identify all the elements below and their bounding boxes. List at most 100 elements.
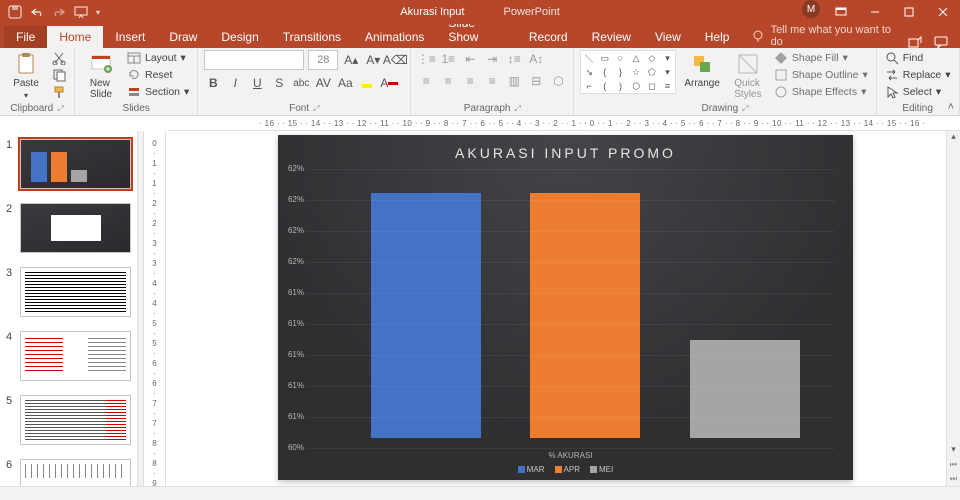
slideshow-start-icon[interactable] — [74, 5, 88, 19]
scroll-down-icon[interactable]: ▾ — [947, 444, 960, 458]
reset-button[interactable]: Reset — [125, 67, 191, 83]
line-spacing-button[interactable]: ↕≡ — [505, 50, 523, 68]
section-button[interactable]: Section ▾ — [125, 84, 191, 100]
paste-label: Paste — [13, 78, 39, 89]
change-case-button[interactable]: Aa — [336, 74, 354, 92]
thumb-6[interactable]: 6 — [0, 455, 137, 486]
indent-inc-button[interactable]: ⇥ — [483, 50, 501, 68]
tab-insert[interactable]: Insert — [103, 26, 157, 48]
slide-canvas[interactable]: AKURASI INPUT PROMO % AKURASI 62%62%62%6… — [166, 131, 946, 486]
thumb-2[interactable]: 2 — [0, 199, 137, 263]
tab-record[interactable]: Record — [517, 26, 580, 48]
prev-slide-icon[interactable]: ⏮ — [947, 460, 960, 472]
vertical-scrollbar[interactable]: ▴ ▾ ⏮ ⏭ — [946, 131, 960, 486]
comments-icon[interactable] — [934, 36, 948, 48]
align-right-button[interactable]: ≡ — [461, 72, 479, 90]
smartart-button[interactable]: ⬡ — [549, 72, 567, 90]
ytick: 62% — [282, 257, 304, 266]
paste-button[interactable]: Paste ▾ — [6, 50, 46, 102]
increase-font-icon[interactable]: A▴ — [342, 51, 360, 69]
find-button[interactable]: Find — [883, 50, 953, 66]
columns-button[interactable]: ▥ — [505, 72, 523, 90]
select-button[interactable]: Select ▾ — [883, 84, 953, 100]
ribbon-display-icon[interactable] — [824, 0, 858, 24]
thumb-4[interactable]: 4 — [0, 327, 137, 391]
text-direction-button[interactable]: A↕ — [527, 50, 545, 68]
quick-styles-icon — [736, 52, 760, 76]
bold-button[interactable]: B — [204, 74, 222, 92]
font-size-input[interactable]: 28 — [308, 50, 338, 70]
thumb-1[interactable]: 1 — [0, 135, 137, 199]
decrease-font-icon[interactable]: A▾ — [364, 51, 382, 69]
indent-dec-button[interactable]: ⇤ — [461, 50, 479, 68]
quick-styles-button[interactable]: Quick Styles — [728, 50, 768, 102]
tab-help[interactable]: Help — [693, 26, 742, 48]
clear-format-icon[interactable]: A⌫ — [386, 51, 404, 69]
redo-icon[interactable] — [52, 5, 66, 19]
thumb-5[interactable]: 5 — [0, 391, 137, 455]
align-center-button[interactable]: ≡ — [439, 72, 457, 90]
paragraph-group-label: Paragraph — [464, 103, 511, 114]
undo-icon[interactable] — [30, 5, 44, 19]
lightbulb-icon — [751, 29, 764, 43]
user-avatar[interactable]: M — [802, 0, 820, 18]
font-dialog-icon[interactable]: ⤢ — [313, 104, 319, 114]
cut-button[interactable] — [50, 50, 68, 66]
tab-review[interactable]: Review — [580, 26, 643, 48]
italic-button[interactable]: I — [226, 74, 244, 92]
chart-legend: MARAPRMEI — [278, 465, 853, 474]
tell-me-search[interactable]: Tell me what you want to do — [741, 24, 908, 48]
slide-thumbnails[interactable]: 1 2 3 4 5 6 — [0, 131, 138, 486]
group-paragraph: ⋮≡ 1≡ ⇤ ⇥ ↕≡ A↕ ≡ ≡ ≡ ≡ ▥ ⊟ ⬡ Paragraph⤢ — [411, 48, 574, 115]
scroll-up-icon[interactable]: ▴ — [947, 131, 960, 145]
collapse-ribbon-icon[interactable]: ˄ — [948, 101, 954, 113]
new-slide-icon — [89, 52, 113, 76]
drawing-dialog-icon[interactable]: ⤢ — [742, 104, 748, 114]
shapes-gallery[interactable]: ＼▭○△◇▾ ↘{}☆⬠▾ ⌐()⬡◻≡ — [580, 50, 676, 94]
qat-more-icon[interactable]: ▾ — [96, 8, 100, 17]
justify-button[interactable]: ≡ — [483, 72, 501, 90]
strike-button[interactable]: S — [270, 74, 288, 92]
layout-button[interactable]: Layout ▾ — [125, 50, 191, 66]
autosave-icon[interactable] — [8, 5, 22, 19]
bullets-button[interactable]: ⋮≡ — [417, 50, 435, 68]
shadow-button[interactable]: abc — [292, 74, 310, 92]
app-name: PowerPoint — [504, 6, 560, 18]
copy-button[interactable] — [50, 67, 68, 83]
underline-button[interactable]: U — [248, 74, 266, 92]
legend-item: APR — [555, 465, 580, 474]
paragraph-dialog-icon[interactable]: ⤢ — [514, 104, 520, 114]
tab-design[interactable]: Design — [209, 26, 270, 48]
slide[interactable]: AKURASI INPUT PROMO % AKURASI 62%62%62%6… — [278, 135, 853, 480]
shape-outline-button[interactable]: Shape Outline ▾ — [772, 67, 870, 83]
thumb-3[interactable]: 3 — [0, 263, 137, 327]
tab-transitions[interactable]: Transitions — [271, 26, 353, 48]
shape-fill-button[interactable]: Shape Fill ▾ — [772, 50, 870, 66]
align-left-button[interactable]: ≡ — [417, 72, 435, 90]
arrange-button[interactable]: Arrange — [680, 50, 724, 91]
clipboard-dialog-icon[interactable]: ⤢ — [57, 104, 63, 114]
char-spacing-button[interactable]: AV — [314, 74, 332, 92]
ytick: 61% — [282, 319, 304, 328]
tab-file[interactable]: File — [4, 26, 47, 48]
maximize-button[interactable] — [892, 0, 926, 24]
replace-button[interactable]: Replace ▾ — [883, 67, 953, 83]
new-slide-button[interactable]: New Slide — [81, 50, 121, 102]
close-button[interactable] — [926, 0, 960, 24]
format-painter-button[interactable] — [50, 84, 68, 100]
chart-title: AKURASI INPUT PROMO — [278, 135, 853, 161]
tab-animations[interactable]: Animations — [353, 26, 436, 48]
tab-home[interactable]: Home — [47, 26, 103, 48]
numbering-button[interactable]: 1≡ — [439, 50, 457, 68]
shape-effects-button[interactable]: Shape Effects ▾ — [772, 84, 870, 100]
next-slide-icon[interactable]: ⏭ — [947, 474, 960, 486]
highlight-button[interactable] — [358, 74, 376, 92]
font-color-button[interactable]: A — [380, 74, 398, 92]
tab-draw[interactable]: Draw — [157, 26, 209, 48]
share-icon[interactable] — [908, 36, 922, 48]
tab-view[interactable]: View — [643, 26, 693, 48]
align-text-button[interactable]: ⊟ — [527, 72, 545, 90]
font-family-input[interactable] — [204, 50, 304, 70]
replace-icon — [885, 68, 899, 82]
minimize-button[interactable] — [858, 0, 892, 24]
